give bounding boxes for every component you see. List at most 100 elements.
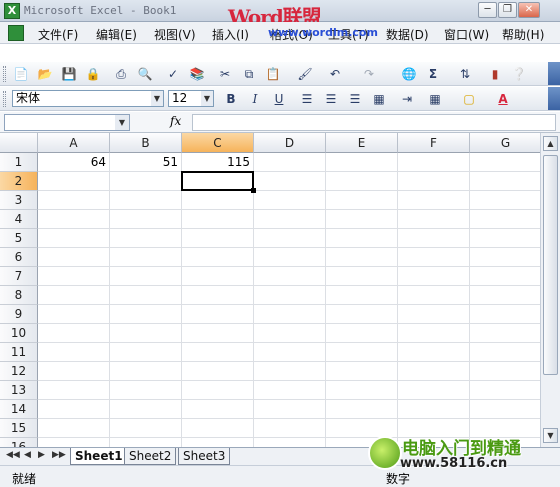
last-sheet-icon[interactable]: ▶▶ <box>52 450 66 460</box>
select-all-corner[interactable] <box>0 133 38 153</box>
menu-view[interactable]: 视图(V) <box>154 26 196 43</box>
row-header-6[interactable]: 6 <box>0 248 38 267</box>
font-name-select[interactable]: 宋体 ▼ <box>12 90 164 107</box>
cell-e8[interactable] <box>326 286 398 305</box>
cell-b14[interactable] <box>110 400 182 419</box>
insert-function-button[interactable]: fx <box>170 114 181 128</box>
save-icon[interactable]: 💾 <box>60 66 78 82</box>
scroll-thumb[interactable] <box>543 155 558 375</box>
row-header-9[interactable]: 9 <box>0 305 38 324</box>
sheet-tab-sheet1[interactable]: Sheet1 <box>70 448 128 465</box>
cell-b2[interactable] <box>110 172 182 191</box>
cell-f10[interactable] <box>398 324 470 343</box>
cell-d7[interactable] <box>254 267 326 286</box>
cell-g14[interactable] <box>470 400 540 419</box>
row-header-10[interactable]: 10 <box>0 324 38 343</box>
row-header-7[interactable]: 7 <box>0 267 38 286</box>
cell-e11[interactable] <box>326 343 398 362</box>
redo-icon[interactable]: ↷ <box>360 66 378 82</box>
undo-icon[interactable]: ↶ <box>326 66 344 82</box>
cell-b13[interactable] <box>110 381 182 400</box>
cell-b8[interactable] <box>110 286 182 305</box>
chart-wizard-icon[interactable]: ▮ <box>486 66 504 82</box>
column-header-g[interactable]: G <box>470 133 540 153</box>
cell-c1[interactable]: 115 <box>182 153 254 172</box>
row-header-14[interactable]: 14 <box>0 400 38 419</box>
chevron-down-icon[interactable]: ▼ <box>151 91 163 106</box>
cell-c4[interactable] <box>182 210 254 229</box>
cell-g1[interactable] <box>470 153 540 172</box>
vertical-scrollbar[interactable]: ▲ ▼ <box>540 133 560 447</box>
cell-e2[interactable] <box>326 172 398 191</box>
underline-button[interactable]: U <box>270 91 288 107</box>
close-button[interactable]: ✕ <box>518 2 540 18</box>
cell-a10[interactable] <box>38 324 110 343</box>
cell-c13[interactable] <box>182 381 254 400</box>
active-cell-cursor[interactable] <box>181 171 254 191</box>
row-header-11[interactable]: 11 <box>0 343 38 362</box>
cell-f4[interactable] <box>398 210 470 229</box>
menu-help[interactable]: 帮助(H) <box>502 26 544 43</box>
column-header-e[interactable]: E <box>326 133 398 153</box>
toolbar-grip[interactable] <box>3 91 6 107</box>
cell-c3[interactable] <box>182 191 254 210</box>
row-header-8[interactable]: 8 <box>0 286 38 305</box>
open-icon[interactable]: 📂 <box>36 66 54 82</box>
cell-f8[interactable] <box>398 286 470 305</box>
cell-g8[interactable] <box>470 286 540 305</box>
print-icon[interactable]: ⎙ <box>112 66 130 82</box>
cell-e3[interactable] <box>326 191 398 210</box>
cell-c7[interactable] <box>182 267 254 286</box>
cell-f6[interactable] <box>398 248 470 267</box>
document-icon[interactable] <box>8 25 24 41</box>
cell-e10[interactable] <box>326 324 398 343</box>
cell-f1[interactable] <box>398 153 470 172</box>
cell-f14[interactable] <box>398 400 470 419</box>
cell-c9[interactable] <box>182 305 254 324</box>
cell-b11[interactable] <box>110 343 182 362</box>
cell-d9[interactable] <box>254 305 326 324</box>
cell-a1[interactable]: 64 <box>38 153 110 172</box>
bold-button[interactable]: B <box>222 91 240 107</box>
permission-icon[interactable]: 🔒 <box>84 66 102 82</box>
merge-center-icon[interactable]: ▦ <box>370 91 388 107</box>
cell-a11[interactable] <box>38 343 110 362</box>
sort-ascending-icon[interactable]: ⇅ <box>456 66 474 82</box>
menu-insert[interactable]: 插入(I) <box>212 26 249 43</box>
row-header-2[interactable]: 2 <box>0 172 38 191</box>
cell-d12[interactable] <box>254 362 326 381</box>
format-painter-icon[interactable]: 🖌 <box>296 66 314 82</box>
excel-app-icon[interactable]: X <box>4 3 20 19</box>
cell-a7[interactable] <box>38 267 110 286</box>
scroll-up-icon[interactable]: ▲ <box>543 136 558 151</box>
cell-e4[interactable] <box>326 210 398 229</box>
cell-f11[interactable] <box>398 343 470 362</box>
cell-c12[interactable] <box>182 362 254 381</box>
menu-window[interactable]: 窗口(W) <box>444 26 489 43</box>
cell-d8[interactable] <box>254 286 326 305</box>
cell-d10[interactable] <box>254 324 326 343</box>
name-box[interactable]: ▼ <box>4 114 130 131</box>
hyperlink-icon[interactable]: 🌐 <box>400 66 418 82</box>
cell-g6[interactable] <box>470 248 540 267</box>
cell-g11[interactable] <box>470 343 540 362</box>
cell-a15[interactable] <box>38 419 110 438</box>
cell-b15[interactable] <box>110 419 182 438</box>
cell-f12[interactable] <box>398 362 470 381</box>
cell-d2[interactable] <box>254 172 326 191</box>
cell-g4[interactable] <box>470 210 540 229</box>
cell-a2[interactable] <box>38 172 110 191</box>
cell-e13[interactable] <box>326 381 398 400</box>
cell-e6[interactable] <box>326 248 398 267</box>
row-header-12[interactable]: 12 <box>0 362 38 381</box>
italic-button[interactable]: I <box>246 91 264 107</box>
cell-b4[interactable] <box>110 210 182 229</box>
research-icon[interactable]: 📚 <box>188 66 206 82</box>
sheet-tab-sheet3[interactable]: Sheet3 <box>178 448 231 465</box>
cell-c10[interactable] <box>182 324 254 343</box>
cell-e14[interactable] <box>326 400 398 419</box>
row-header-1[interactable]: 1 <box>0 153 38 172</box>
cell-g7[interactable] <box>470 267 540 286</box>
toolbar-grip[interactable] <box>3 66 6 82</box>
cell-c5[interactable] <box>182 229 254 248</box>
